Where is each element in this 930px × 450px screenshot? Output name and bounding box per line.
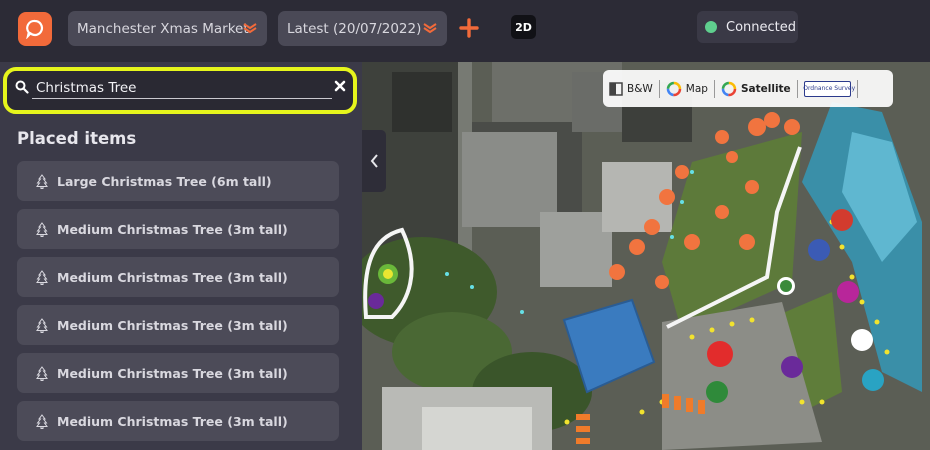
project-select[interactable]: Manchester Xmas Market [68,11,267,46]
placed-items-list: Large Christmas Tree (6m tall) Medium Ch… [17,161,339,449]
map-type-satellite-label: Satellite [740,82,791,95]
tree-icon [36,221,48,237]
top-bar: Manchester Xmas Market Latest (20/07/202… [0,0,930,62]
app-root: Manchester Xmas Market Latest (20/07/202… [0,0,930,450]
map-type-bw[interactable]: B&W [603,70,659,107]
chevron-down-icon [243,23,257,34]
list-item-label: Medium Christmas Tree (3m tall) [57,269,288,285]
tree-icon [36,269,48,285]
sidebar-panel: Placed items Large Christmas Tree (6m ta… [0,62,362,450]
list-item[interactable]: Medium Christmas Tree (3m tall) [17,305,339,345]
search-icon [15,80,29,94]
ordnance-survey-label: Ordnance Survey [803,85,856,92]
close-icon[interactable] [334,80,346,92]
list-item-label: Medium Christmas Tree (3m tall) [57,413,288,429]
plus-icon[interactable] [459,18,479,38]
status-dot [705,21,717,33]
ordnance-survey-icon: Ordnance Survey [803,80,855,97]
map-type-ordnance-survey[interactable]: Ordnance Survey [798,70,857,107]
chevron-down-icon [423,23,437,34]
list-item[interactable]: Large Christmas Tree (6m tall) [17,161,339,201]
view-2d-toggle[interactable]: 2D [511,15,536,39]
map-type-map[interactable]: Map [660,70,714,107]
map-type-toolbar: B&W Map Satellite Ordnance Survey [603,70,893,107]
search-input[interactable] [32,77,332,99]
map-canvas[interactable] [362,62,930,450]
satellite-map-image [362,62,930,450]
tree-icon [36,365,48,381]
map-type-bw-label: B&W [627,82,653,95]
connection-status: Connected [697,11,798,43]
tree-icon [36,317,48,333]
list-item[interactable]: Medium Christmas Tree (3m tall) [17,257,339,297]
list-item[interactable]: Medium Christmas Tree (3m tall) [17,353,339,393]
google-icon [721,81,737,96]
google-icon [666,81,682,96]
list-item-label: Large Christmas Tree (6m tall) [57,173,272,189]
tree-icon [36,173,48,189]
connection-status-label: Connected [726,19,797,35]
version-select[interactable]: Latest (20/07/2022) [278,11,447,46]
chevron-left-icon [370,154,378,168]
divider [856,79,858,98]
list-item[interactable]: Medium Christmas Tree (3m tall) [17,401,339,441]
bw-icon [609,81,623,96]
map-type-map-label: Map [685,82,708,95]
search-box [3,67,357,114]
list-item-label: Medium Christmas Tree (3m tall) [57,317,288,333]
list-item[interactable]: Medium Christmas Tree (3m tall) [17,209,339,249]
list-item-label: Medium Christmas Tree (3m tall) [57,221,288,237]
project-select-value: Manchester Xmas Market [77,20,249,37]
collapse-sidebar-button[interactable] [362,130,386,192]
version-select-value: Latest (20/07/2022) [287,20,422,37]
map-type-satellite[interactable]: Satellite [715,70,797,107]
logo-icon[interactable] [18,12,52,46]
tree-icon [36,413,48,429]
section-title: Placed items [17,129,137,148]
list-item-label: Medium Christmas Tree (3m tall) [57,365,288,381]
